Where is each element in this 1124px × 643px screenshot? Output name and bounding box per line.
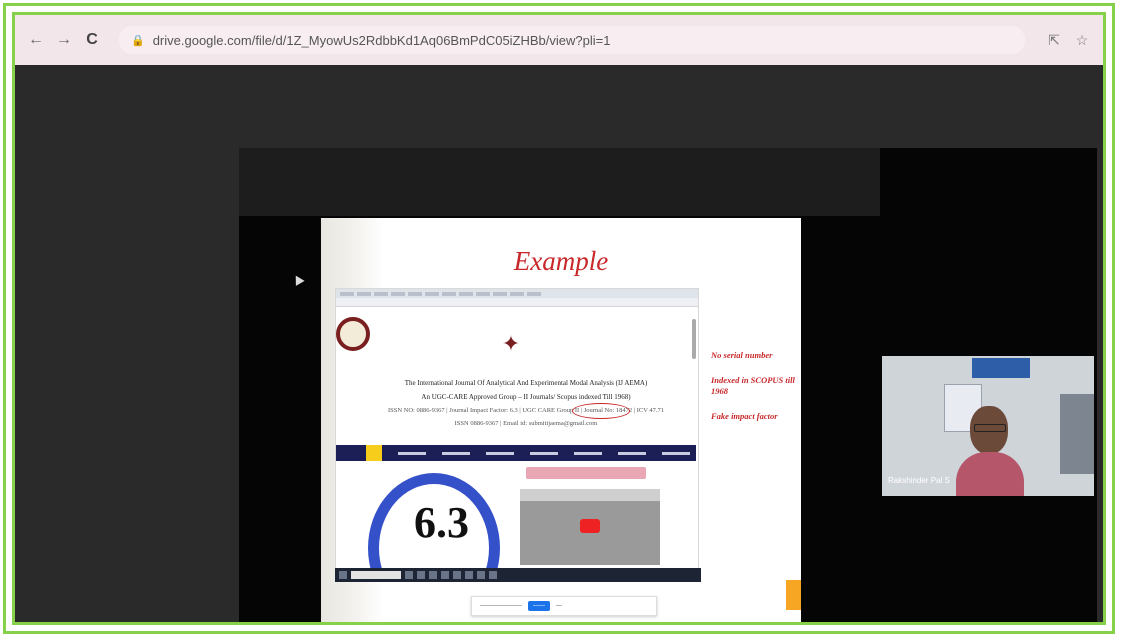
star-icon: ☆ <box>1075 31 1089 48</box>
forward-button[interactable]: → <box>53 29 75 51</box>
journal-pink-button <box>526 467 646 479</box>
nav-home-icon <box>366 445 382 461</box>
arrow-left-icon: ← <box>28 31 44 48</box>
wings-logo-icon: ✦ <box>501 331 521 356</box>
screenshot-taskbar <box>335 568 701 582</box>
notification-text: ——————— <box>480 603 522 609</box>
slide-title: Example <box>513 246 609 276</box>
viewer-header-area <box>239 148 880 216</box>
reload-icon: C <box>86 31 98 48</box>
screenshot-scrollbar <box>692 319 696 359</box>
presentation-slide: Example ✦ The International Journal Of A… <box>321 218 801 622</box>
journal-issn: ISSN NO: 0886-9367 | Journal Impact Fact… <box>387 407 665 414</box>
notification-dismiss-button[interactable]: — <box>556 603 562 609</box>
note-no-serial: No serial number <box>711 350 773 360</box>
browser-toolbar: ← → C 🔒 drive.google.com/file/d/1Z_MyowU… <box>15 15 1103 65</box>
journal-email: ISSN 0886-9367 | Email id: submitijaema@… <box>454 420 598 427</box>
impact-factor-value: 6.3 <box>414 498 469 547</box>
slide-annotations: No serial number Indexed in SCOPUS till … <box>711 350 797 436</box>
taskbar-search <box>351 571 401 579</box>
screenshot-address-bar <box>336 298 698 307</box>
wall-poster <box>972 358 1030 378</box>
journal-group: An UGC-CARE Approved Group – II Journals… <box>421 393 631 401</box>
toolbar-actions: ⇱ ☆ <box>1037 29 1093 51</box>
impact-factor-badge: 6.3 <box>336 467 506 569</box>
lock-icon: 🔒 <box>131 34 145 47</box>
reload-button[interactable]: C <box>81 29 103 51</box>
journal-title: The International Journal Of Analytical … <box>404 379 648 387</box>
address-bar[interactable]: 🔒 drive.google.com/file/d/1Z_MyowUs2Rdbb… <box>119 26 1025 54</box>
screen-capture: ← → C 🔒 drive.google.com/file/d/1Z_MyowU… <box>12 12 1106 625</box>
share-button[interactable]: ⇱ <box>1043 29 1065 51</box>
bookmark-button[interactable]: ☆ <box>1071 29 1093 51</box>
embedded-video <box>520 489 660 565</box>
share-icon: ⇱ <box>1048 31 1060 48</box>
note-scopus: Indexed in SCOPUS till 1968 <box>711 375 795 396</box>
play-icon <box>580 519 600 533</box>
cabinet <box>1060 394 1094 474</box>
participant-name: Rakshinder Pal S <box>888 476 950 485</box>
url-text: drive.google.com/file/d/1Z_MyowUs2RdbbKd… <box>152 32 611 48</box>
video-title-bar <box>520 489 660 501</box>
participant-video-tile: Rakshinder Pal S <box>882 356 1094 496</box>
start-icon <box>339 571 347 579</box>
back-button[interactable]: ← <box>25 29 47 51</box>
arrow-right-icon: → <box>56 31 72 48</box>
journal-website-screenshot: ✦ The International Journal Of Analytica… <box>335 288 699 570</box>
note-fake-impact: Fake impact factor <box>711 411 778 421</box>
notification-action-button[interactable]: —— <box>528 601 550 611</box>
side-tab <box>786 580 801 610</box>
notification-bar: ——————— —— — <box>471 596 657 616</box>
screenshot-tab-strip <box>336 289 698 298</box>
participant-avatar <box>956 406 1024 496</box>
journal-seal-logo <box>336 317 370 351</box>
journal-nav-bar <box>336 445 696 461</box>
red-circle-annotation <box>572 403 630 419</box>
